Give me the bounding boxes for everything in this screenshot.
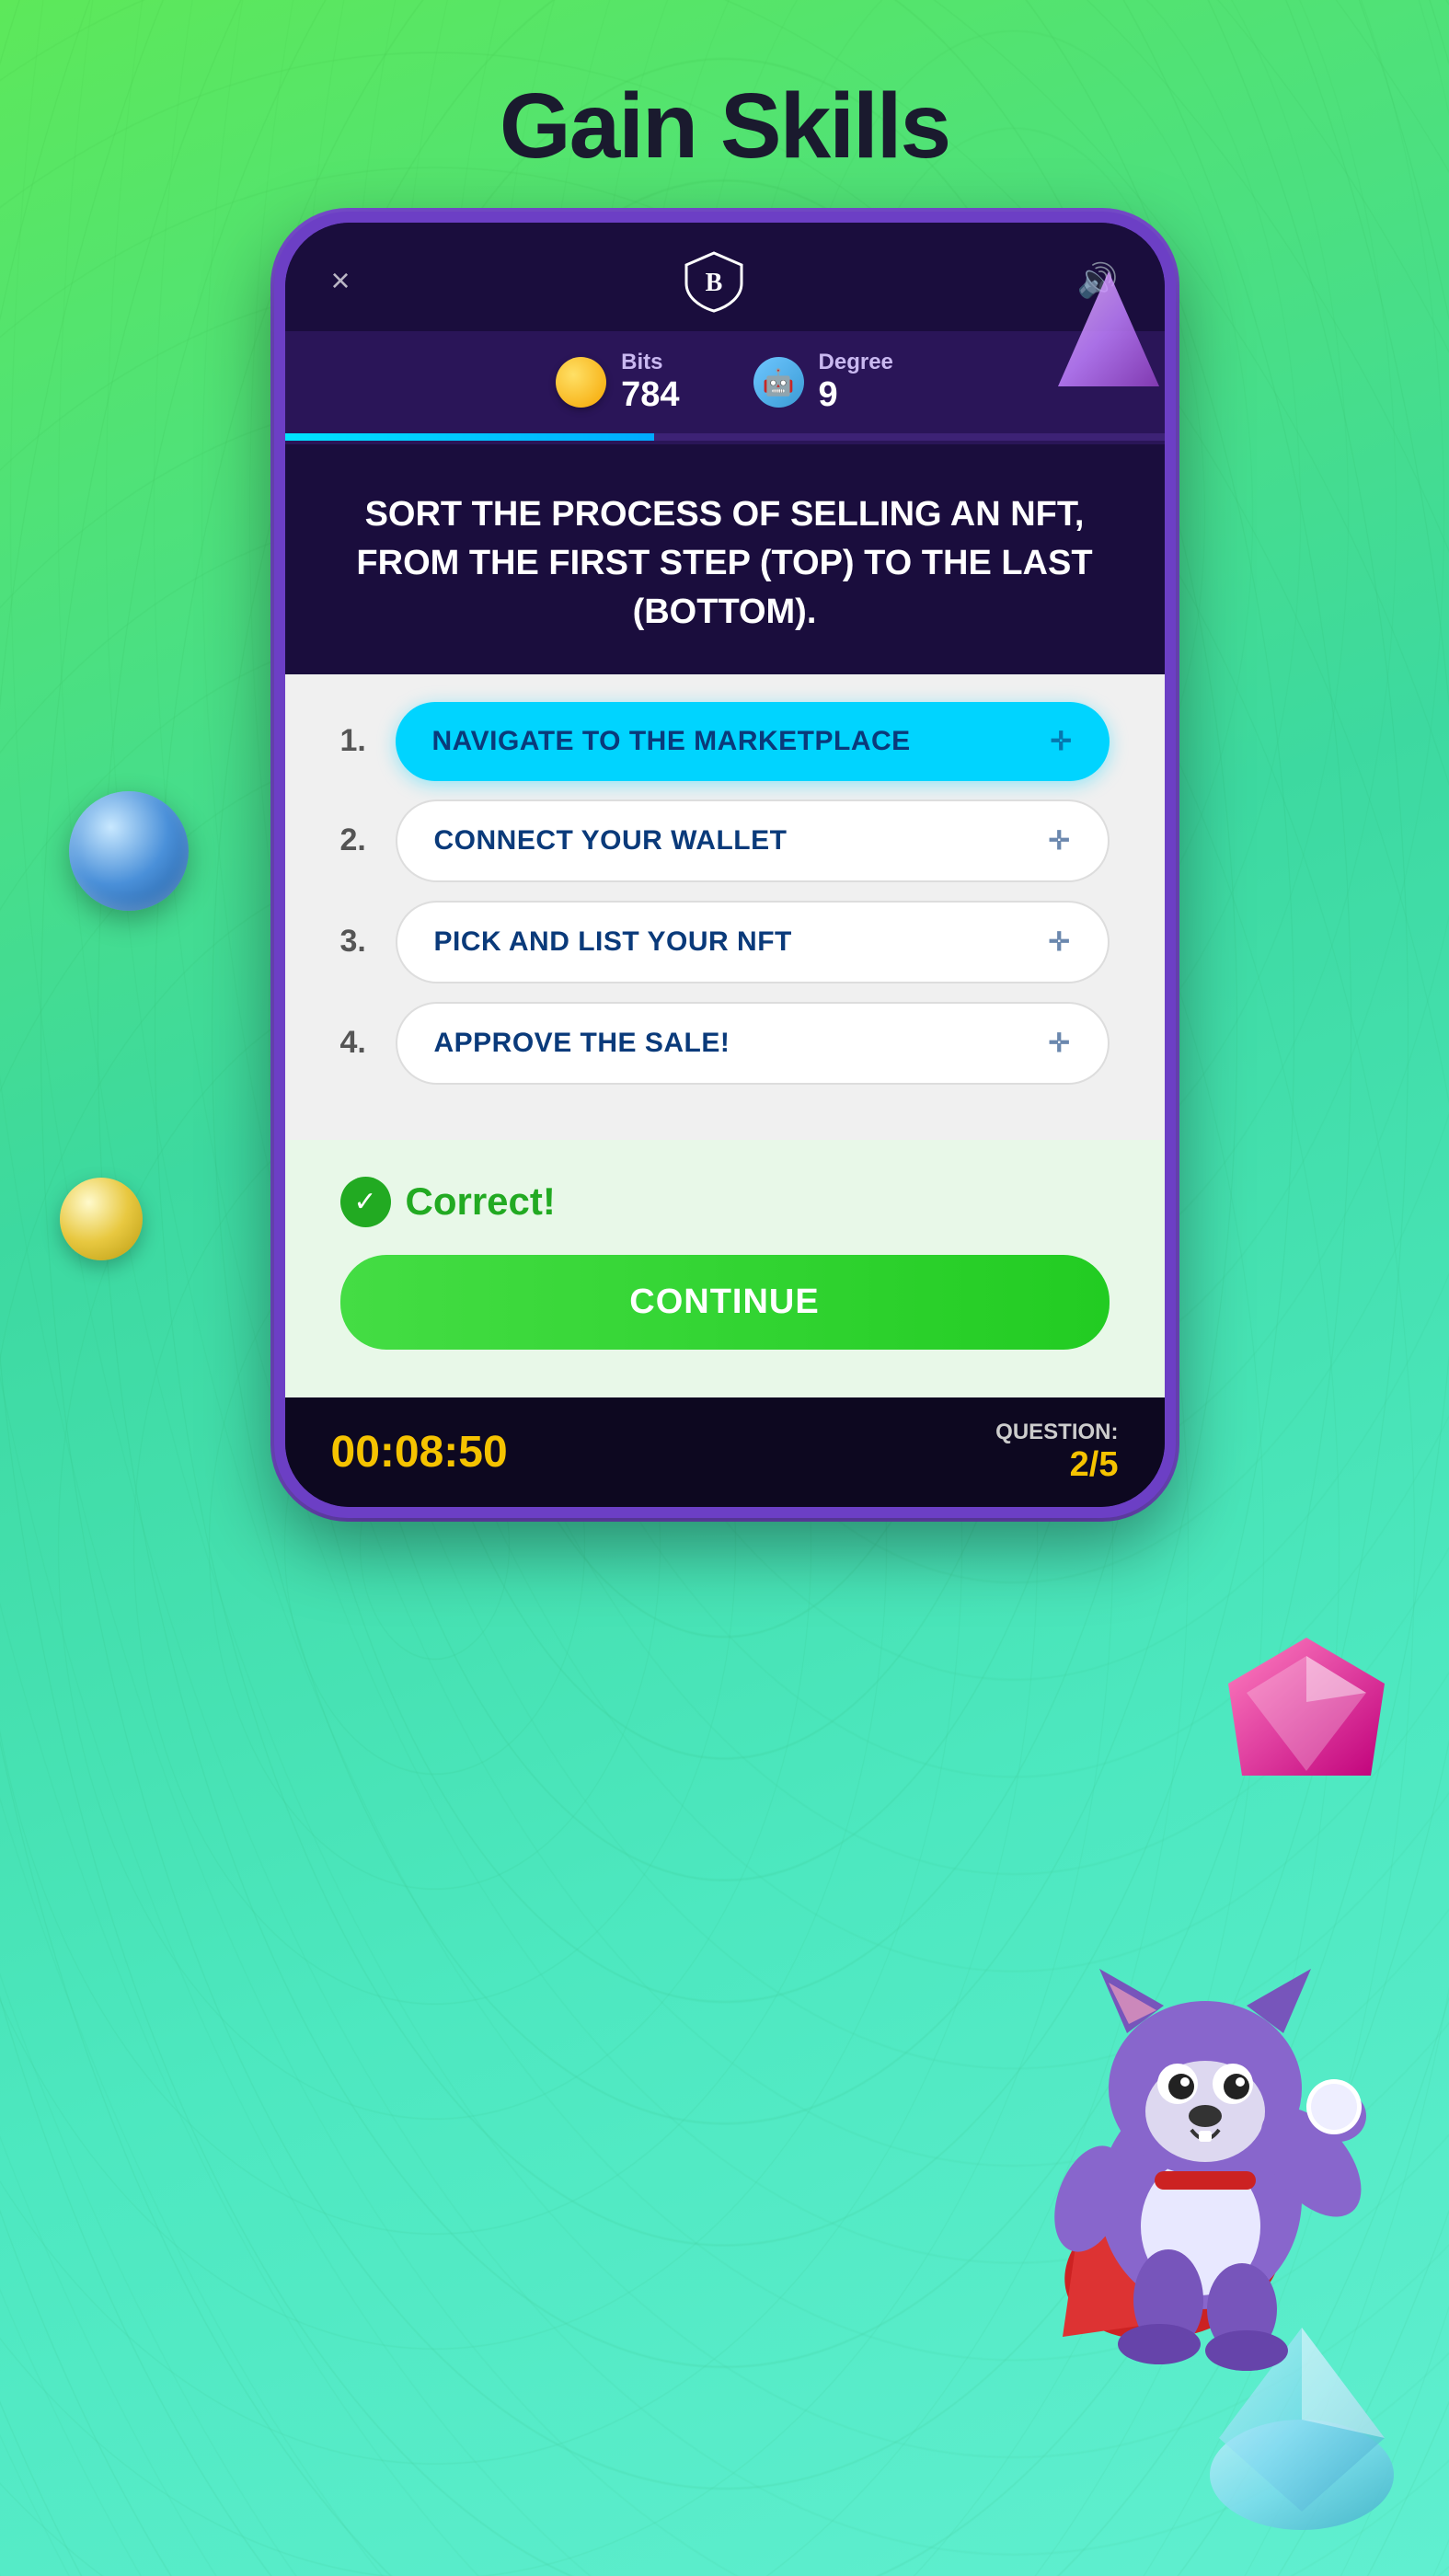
answer-label-1: NAVIGATE TO THE MARKETPLACE: [432, 726, 911, 757]
correct-area: ✓ Correct! CONTINUE: [285, 1140, 1165, 1397]
answer-number-4: 4.: [340, 1025, 377, 1061]
question-counter-value: 2/5: [995, 1445, 1118, 1485]
drag-icon-2: ✛: [1049, 825, 1071, 856]
correct-check-icon: ✓: [340, 1177, 391, 1227]
answer-row-3: 3. PICK AND LIST YOUR NFT ✛: [340, 901, 1110, 983]
question-area: SORT THE PROCESS OF SELLING AN NFT, FROM…: [285, 444, 1165, 674]
blue-sphere-decoration: [69, 791, 189, 911]
app-logo: B: [682, 248, 746, 313]
svg-text:B: B: [705, 269, 722, 297]
bits-value: 784: [621, 375, 679, 415]
answer-list: 1. NAVIGATE TO THE MARKETPLACE ✛ 2. CONN…: [285, 674, 1165, 1140]
bits-stat: Bits 784: [556, 350, 679, 415]
answer-row-1: 1. NAVIGATE TO THE MARKETPLACE ✛: [340, 702, 1110, 781]
degree-value: 9: [819, 375, 838, 415]
answer-label-2: CONNECT YOUR WALLET: [434, 825, 788, 857]
answer-number-2: 2.: [340, 822, 377, 858]
drag-icon-4: ✛: [1049, 1028, 1071, 1058]
cone-decoration: [1053, 267, 1164, 396]
phone-frame: × B 🔊 Bits 784 🤖: [274, 212, 1176, 1518]
close-button[interactable]: ×: [331, 261, 351, 300]
answer-number-3: 3.: [340, 924, 377, 960]
drag-icon-1: ✛: [1051, 726, 1073, 756]
bits-label: Bits: [621, 350, 662, 375]
answer-button-1[interactable]: NAVIGATE TO THE MARKETPLACE ✛: [396, 702, 1110, 781]
question-text: SORT THE PROCESS OF SELLING AN NFT, FROM…: [340, 490, 1110, 638]
answer-button-2[interactable]: CONNECT YOUR WALLET ✛: [396, 799, 1110, 882]
stats-bar: Bits 784 🤖 Degree 9: [285, 331, 1165, 433]
timer-display: 00:08:50: [331, 1427, 508, 1478]
degree-stat: 🤖 Degree 9: [753, 350, 893, 415]
continue-button[interactable]: CONTINUE: [340, 1255, 1110, 1350]
top-bar: × B 🔊: [285, 223, 1165, 331]
mascot-dog: [1007, 1914, 1394, 2374]
progress-bar-background: [285, 433, 1165, 441]
gold-sphere-decoration: [60, 1178, 143, 1260]
answer-label-4: APPROVE THE SALE!: [434, 1028, 730, 1059]
degree-label: Degree: [819, 350, 893, 375]
correct-text: Correct!: [406, 1179, 556, 1224]
pink-gem-decoration: [1219, 1628, 1394, 1803]
degree-robot-icon: 🤖: [753, 357, 804, 408]
page-title: Gain Skills: [0, 0, 1449, 235]
answer-number-1: 1.: [340, 723, 377, 759]
answer-button-3[interactable]: PICK AND LIST YOUR NFT ✛: [396, 901, 1110, 983]
progress-bar-fill: [285, 433, 655, 441]
bottom-bar: 00:08:50 QUESTION: 2/5: [285, 1397, 1165, 1507]
answer-button-4[interactable]: APPROVE THE SALE! ✛: [396, 1002, 1110, 1085]
answer-label-3: PICK AND LIST YOUR NFT: [434, 926, 792, 958]
correct-badge: ✓ Correct!: [340, 1177, 1110, 1227]
question-counter: QUESTION: 2/5: [995, 1420, 1118, 1485]
answer-row-2: 2. CONNECT YOUR WALLET ✛: [340, 799, 1110, 882]
progress-bar-container: [285, 433, 1165, 444]
bits-coin-icon: [556, 357, 606, 408]
question-counter-label: QUESTION:: [995, 1420, 1118, 1445]
answer-row-4: 4. APPROVE THE SALE! ✛: [340, 1002, 1110, 1085]
drag-icon-3: ✛: [1049, 926, 1071, 957]
